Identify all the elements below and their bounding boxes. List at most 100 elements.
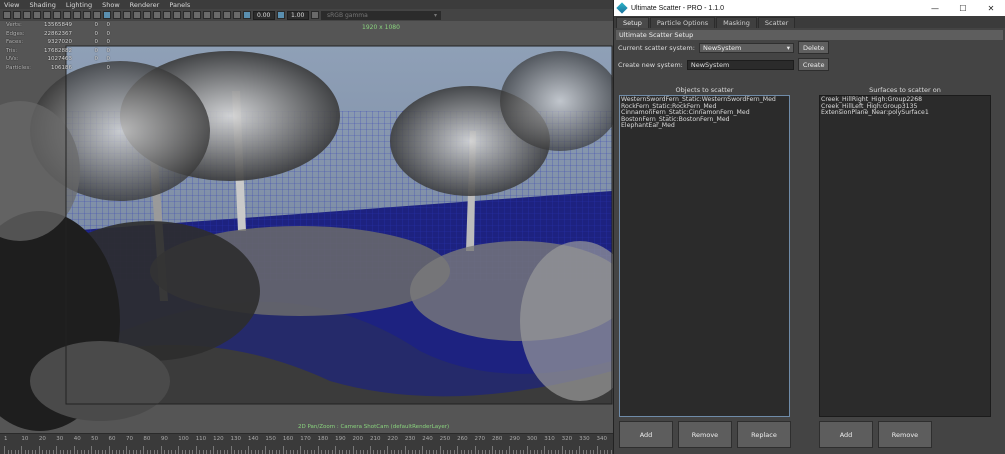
xray-joints-icon[interactable]	[233, 11, 241, 19]
timeline-tick	[94, 450, 96, 454]
select-camera-icon[interactable]	[3, 11, 11, 19]
resolution-gate-icon[interactable]	[63, 11, 71, 19]
timeline-tick-label: 130	[230, 436, 242, 442]
anti-aliasing-icon[interactable]	[193, 11, 201, 19]
field-chart-icon[interactable]	[83, 11, 91, 19]
tab-scatter[interactable]: Scatter	[757, 17, 796, 28]
timeline-tick	[220, 450, 222, 454]
list-item[interactable]: ExtensionPlane_Near:polySurface1	[821, 110, 989, 117]
close-button[interactable]: ✕	[977, 0, 1005, 16]
timeline-tick-label: 210	[369, 436, 381, 442]
time-slider[interactable]: 1 10 20 30 40 50 60 70 80 90 100 110 120 130 140 150 160…	[0, 433, 613, 454]
timeline-tick	[268, 450, 270, 454]
xray-icon[interactable]	[223, 11, 231, 19]
timeline-tick	[471, 450, 473, 454]
shadows-icon[interactable]	[163, 11, 171, 19]
delete-button[interactable]: Delete	[797, 41, 830, 54]
view-transform-dropdown[interactable]: sRGB gamma ▾	[321, 10, 441, 20]
smooth-shade-icon[interactable]	[123, 11, 131, 19]
replace-object-button[interactable]: Replace	[737, 421, 791, 448]
timeline-tick	[408, 450, 410, 454]
create-system-row: Create new system: NewSystem Create	[618, 58, 830, 71]
timeline-tick	[397, 450, 399, 454]
motion-blur-icon[interactable]	[183, 11, 191, 19]
timeline-tick	[607, 450, 609, 454]
film-gate-icon[interactable]	[53, 11, 61, 19]
safe-action-icon[interactable]	[93, 11, 101, 19]
objects-list[interactable]: WesternSwordFern_Static:WesternSwordFern…	[619, 95, 790, 417]
maximize-button[interactable]: ☐	[949, 0, 977, 16]
timeline-tick	[258, 450, 260, 454]
timeline-tick	[70, 450, 72, 454]
gamma-field[interactable]: 1.00	[287, 10, 309, 20]
timeline-tick	[464, 450, 466, 454]
timeline-tick	[112, 450, 114, 454]
timeline-tick	[436, 450, 438, 454]
create-button[interactable]: Create	[797, 58, 830, 71]
menu-view[interactable]: View	[4, 1, 19, 9]
menu-show[interactable]: Show	[102, 1, 120, 9]
timeline-tick	[279, 450, 281, 454]
timeline-tick	[174, 450, 176, 454]
menu-shading[interactable]: Shading	[29, 1, 55, 9]
wireframe-on-shaded-icon[interactable]	[133, 11, 141, 19]
wireframe-icon[interactable]	[113, 11, 121, 19]
add-object-button[interactable]: Add	[619, 421, 673, 448]
color-management-icon[interactable]	[311, 11, 319, 19]
timeline-tick	[317, 446, 319, 454]
timeline-tick	[160, 446, 162, 454]
depth-of-field-icon[interactable]	[203, 11, 211, 19]
timeline-tick	[547, 450, 549, 454]
bookmark-icon[interactable]	[23, 11, 31, 19]
timeline-tick	[519, 450, 521, 454]
remove-object-button[interactable]: Remove	[678, 421, 732, 448]
menu-panels[interactable]: Panels	[169, 1, 190, 9]
timeline-tick	[251, 450, 253, 454]
timeline-tick	[443, 450, 445, 454]
menu-lighting[interactable]: Lighting	[66, 1, 92, 9]
timeline-tick	[261, 450, 263, 454]
gate-mask-icon[interactable]	[73, 11, 81, 19]
timeline-tick	[300, 446, 302, 454]
maya-viewport-panel: View Shading Lighting Show Renderer Pane…	[0, 0, 613, 454]
viewport-scene[interactable]: Verts: 13565849 0 0 Edges: 22862367 0 0 …	[0, 21, 613, 433]
exposure-icon[interactable]	[243, 11, 251, 19]
surfaces-list[interactable]: Creek_HillRight_High:Group2268 Creek_Hil…	[819, 95, 991, 417]
current-system-dropdown[interactable]: NewSystem ▾	[698, 42, 794, 53]
minimize-button[interactable]: —	[921, 0, 949, 16]
window-titlebar[interactable]: Ultimate Scatter - PRO - 1.1.0 — ☐ ✕	[614, 0, 1005, 16]
tab-masking[interactable]: Masking	[716, 17, 757, 28]
isolate-select-icon[interactable]	[213, 11, 221, 19]
exposure-field[interactable]: 0.00	[253, 10, 275, 20]
timeline-tick	[467, 450, 469, 454]
timeline-tick	[125, 446, 127, 454]
timeline-tick	[363, 450, 365, 454]
timeline-tick	[206, 450, 208, 454]
tab-setup[interactable]: Setup	[616, 17, 649, 28]
timeline-tick	[153, 450, 155, 454]
list-item[interactable]: ElephantEar_Med	[621, 123, 788, 130]
timeline-tick-label: 240	[422, 436, 433, 442]
camera-attributes-icon[interactable]	[13, 11, 21, 19]
timeline-tick	[275, 450, 277, 454]
image-plane-icon[interactable]	[33, 11, 41, 19]
textured-icon[interactable]	[143, 11, 151, 19]
safe-title-icon[interactable]	[103, 11, 111, 19]
add-surface-button[interactable]: Add	[819, 421, 873, 448]
gamma-icon[interactable]	[277, 11, 285, 19]
ambient-occlusion-icon[interactable]	[173, 11, 181, 19]
new-system-name-input[interactable]: NewSystem	[686, 59, 794, 70]
lights-icon[interactable]	[153, 11, 161, 19]
timeline-tick	[188, 450, 190, 454]
timeline-tick	[474, 446, 476, 454]
timeline-tick-label: 10	[21, 436, 29, 442]
grid-icon[interactable]	[43, 11, 51, 19]
timeline-tick	[310, 450, 312, 454]
remove-surface-button[interactable]: Remove	[878, 421, 932, 448]
menu-renderer[interactable]: Renderer	[130, 1, 160, 9]
setup-section-header[interactable]: Ultimate Scatter Setup	[616, 30, 1003, 40]
timeline-tick	[404, 446, 406, 454]
tab-particle-options[interactable]: Particle Options	[649, 17, 716, 28]
timeline-tick	[52, 450, 54, 454]
timeline-tick-label: 110	[195, 436, 207, 442]
